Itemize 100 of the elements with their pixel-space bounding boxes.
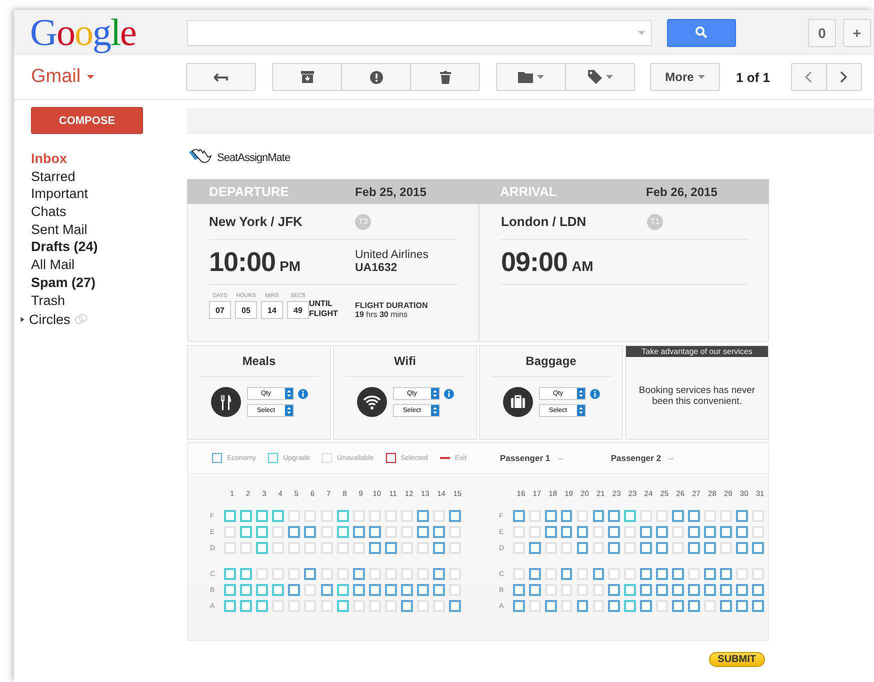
seat[interactable]: [401, 584, 414, 596]
seat[interactable]: [256, 584, 268, 596]
seat[interactable]: [688, 584, 700, 596]
seat[interactable]: [640, 542, 652, 554]
seat[interactable]: [433, 568, 446, 580]
seat[interactable]: [736, 542, 748, 554]
seat[interactable]: [240, 526, 252, 538]
sidebar-item[interactable]: All Mail: [14, 256, 187, 274]
seat[interactable]: [624, 600, 636, 612]
search-field[interactable]: [187, 20, 652, 46]
sidebar-item[interactable]: Drafts (24): [14, 238, 187, 256]
seat[interactable]: [720, 584, 732, 596]
next-button[interactable]: [826, 63, 862, 91]
seat[interactable]: [224, 584, 236, 596]
compose-button[interactable]: COMPOSE: [31, 107, 143, 134]
seat[interactable]: [224, 568, 236, 580]
submit-button[interactable]: SUBMIT: [708, 652, 765, 667]
seat[interactable]: [336, 600, 349, 612]
report-spam-button[interactable]: [341, 63, 411, 91]
seat[interactable]: [240, 584, 252, 596]
seat[interactable]: [433, 542, 446, 554]
seat[interactable]: [672, 584, 684, 596]
seat[interactable]: [240, 600, 252, 612]
seat[interactable]: [544, 526, 557, 538]
seat[interactable]: [417, 584, 430, 596]
seat[interactable]: [512, 600, 525, 612]
seat[interactable]: [704, 568, 716, 580]
seat[interactable]: [624, 584, 636, 596]
seat[interactable]: [320, 584, 333, 596]
seat[interactable]: [401, 600, 414, 612]
add-button[interactable]: +: [843, 18, 871, 46]
seat[interactable]: [288, 526, 300, 538]
expand-triangle-icon[interactable]: [20, 316, 25, 323]
seat[interactable]: [672, 600, 684, 612]
seat[interactable]: [352, 584, 365, 596]
info-icon[interactable]: [590, 388, 600, 398]
sidebar-item[interactable]: Circles: [29, 312, 70, 327]
seat[interactable]: [256, 526, 268, 538]
seat[interactable]: [272, 510, 284, 522]
seat[interactable]: [560, 510, 572, 522]
seat[interactable]: [576, 600, 588, 612]
seat[interactable]: [336, 526, 349, 538]
seat[interactable]: [528, 584, 541, 596]
seat[interactable]: [736, 510, 748, 522]
seat[interactable]: [704, 526, 716, 538]
seat[interactable]: [640, 526, 652, 538]
seat[interactable]: [560, 526, 572, 538]
seat[interactable]: [449, 510, 462, 522]
seat[interactable]: [224, 510, 236, 522]
seat[interactable]: [640, 584, 652, 596]
info-icon[interactable]: [298, 388, 308, 398]
seat[interactable]: [608, 600, 620, 612]
seat[interactable]: [272, 584, 284, 596]
seat[interactable]: [752, 600, 764, 612]
seat[interactable]: [560, 568, 572, 580]
seat[interactable]: [240, 568, 252, 580]
seat[interactable]: [512, 510, 525, 522]
seat[interactable]: [656, 542, 668, 554]
seat[interactable]: [417, 510, 430, 522]
move-to-button[interactable]: [496, 63, 566, 91]
seat[interactable]: [256, 542, 268, 554]
seat[interactable]: [336, 510, 349, 522]
info-icon[interactable]: [444, 388, 454, 398]
seat[interactable]: [720, 600, 732, 612]
reply-button[interactable]: [186, 63, 256, 91]
seat[interactable]: [336, 584, 349, 596]
seat[interactable]: [736, 584, 748, 596]
seat[interactable]: [688, 542, 700, 554]
archive-button[interactable]: [272, 63, 342, 91]
seat[interactable]: [656, 584, 668, 596]
notification-count-button[interactable]: 0: [808, 18, 836, 46]
seat[interactable]: [433, 526, 446, 538]
seat[interactable]: [720, 568, 732, 580]
seat[interactable]: [752, 584, 764, 596]
seat[interactable]: [384, 584, 397, 596]
sidebar-item[interactable]: Important: [14, 185, 187, 204]
delete-button[interactable]: [410, 63, 480, 91]
sidebar-item[interactable]: Starred: [14, 168, 187, 186]
seat[interactable]: [576, 526, 588, 538]
seat[interactable]: [704, 584, 716, 596]
seat[interactable]: [624, 510, 636, 522]
seat[interactable]: [688, 526, 700, 538]
seat[interactable]: [384, 542, 397, 554]
seat[interactable]: [256, 600, 268, 612]
seat[interactable]: [240, 510, 252, 522]
seat[interactable]: [352, 568, 365, 580]
seat[interactable]: [688, 510, 700, 522]
sidebar-item[interactable]: Sent Mail: [14, 220, 187, 238]
seat[interactable]: [304, 568, 316, 580]
search-button[interactable]: [667, 18, 736, 46]
seat[interactable]: [640, 600, 652, 612]
seat[interactable]: [544, 600, 557, 612]
seat[interactable]: [256, 510, 268, 522]
seat[interactable]: [656, 568, 668, 580]
more-button[interactable]: More: [650, 63, 720, 91]
seat[interactable]: [433, 584, 446, 596]
seat[interactable]: [528, 568, 541, 580]
sidebar-item[interactable]: Spam (27): [14, 274, 187, 292]
seat[interactable]: [544, 510, 557, 522]
seat[interactable]: [352, 526, 365, 538]
